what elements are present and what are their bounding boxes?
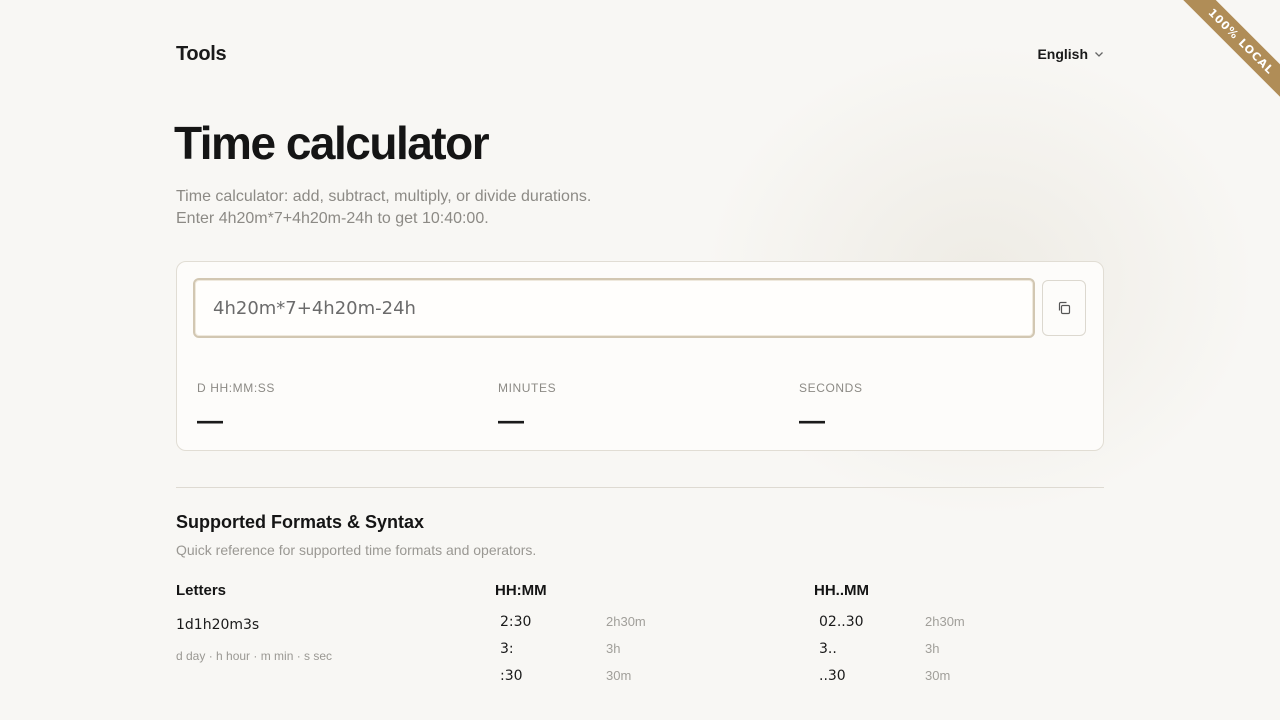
local-ribbon: 100% LOCAL: [1160, 0, 1280, 120]
format-hhdotmm: HH..MM 02..30 2h30m 3.. 3h ..30 30m: [814, 582, 965, 684]
expression-input[interactable]: [193, 278, 1035, 338]
description-line-2: Enter 4h20m*7+4h20m-24h to get 10:40:00.: [176, 210, 489, 227]
result-dhhmmss: D HH:MM:SS —: [197, 381, 275, 433]
format-input: :30: [500, 668, 523, 684]
result-value: —: [197, 405, 223, 435]
chevron-down-icon: [1095, 52, 1103, 57]
format-note: d day · h hour · m min · s sec: [176, 649, 333, 663]
format-hhmm: HH:MM 2:30 2h30m 3: 3h :30 30m: [495, 582, 646, 684]
result-seconds: SECONDS —: [799, 381, 863, 433]
format-meaning: 3h: [925, 641, 940, 656]
copy-icon: [1058, 301, 1071, 315]
reference-description: Quick reference for supported time forma…: [176, 542, 537, 558]
copy-button[interactable]: [1042, 280, 1086, 336]
format-input: 3..: [819, 641, 837, 657]
format-title: HH..MM: [814, 582, 869, 599]
format-row: 02..30 2h30m: [819, 614, 965, 630]
format-meaning: 2h30m: [606, 614, 646, 629]
format-meaning: 2h30m: [925, 614, 965, 629]
result-label: MINUTES: [498, 381, 557, 395]
format-meaning: 3h: [606, 641, 621, 656]
page-description: Time calculator: add, subtract, multiply…: [176, 186, 776, 230]
calculator-card: D HH:MM:SS — MINUTES — SECONDS —: [176, 261, 1104, 451]
language-selector[interactable]: English: [1037, 46, 1104, 62]
reference-title: Supported Formats & Syntax: [176, 512, 425, 532]
page-title: Time calculator: [174, 117, 490, 169]
format-example: 1d1h20m3s: [176, 617, 260, 633]
result-label: D HH:MM:SS: [197, 381, 275, 395]
format-row: 3.. 3h: [819, 641, 939, 657]
brand-logo[interactable]: Tools: [176, 43, 227, 66]
format-meaning: 30m: [606, 668, 632, 683]
format-row: 3: 3h: [500, 641, 620, 657]
language-label: English: [1037, 46, 1088, 62]
description-line-1: Time calculator: add, subtract, multiply…: [176, 188, 592, 205]
format-input: 02..30: [819, 614, 864, 630]
result-value: —: [498, 405, 524, 435]
top-bar: Tools English: [176, 40, 1104, 68]
format-row: :30 30m: [500, 668, 631, 684]
format-input: 3:: [500, 641, 514, 657]
result-label: SECONDS: [799, 381, 863, 395]
section-divider: [176, 487, 1104, 488]
format-meaning: 30m: [925, 668, 951, 683]
result-value: —: [799, 405, 825, 435]
format-title: HH:MM: [495, 582, 547, 599]
format-input: 2:30: [500, 614, 532, 630]
format-row: ..30 30m: [819, 668, 950, 684]
format-row: 2:30 2h30m: [500, 614, 646, 630]
local-ribbon-label: 100% LOCAL: [1172, 0, 1280, 110]
format-title: Letters: [176, 582, 227, 599]
format-input: ..30: [819, 668, 846, 684]
result-minutes: MINUTES —: [498, 381, 556, 433]
format-letters: Letters 1d1h20m3s d day · h hour · m min…: [176, 582, 332, 663]
